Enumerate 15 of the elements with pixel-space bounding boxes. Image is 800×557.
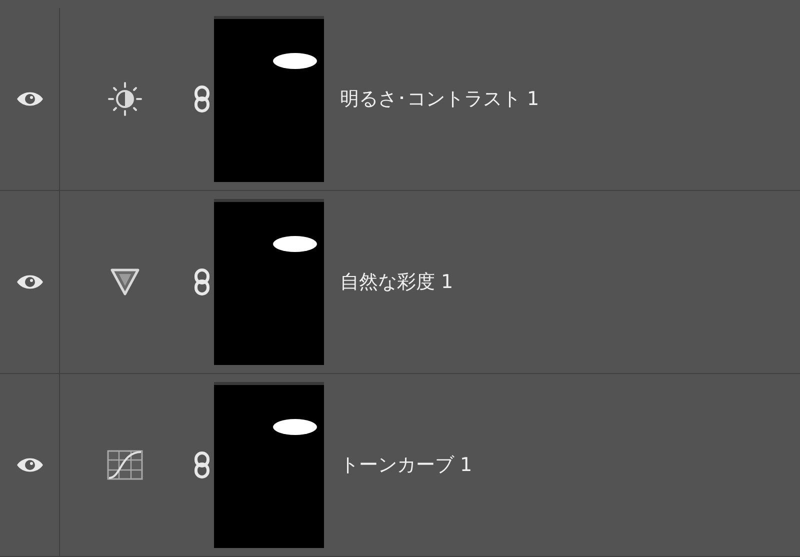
- eye-icon[interactable]: [16, 90, 44, 108]
- triangle-icon: [110, 268, 140, 296]
- link-icon[interactable]: [194, 268, 210, 296]
- link-icon[interactable]: [194, 451, 210, 479]
- mask-thumbnail[interactable]: [214, 16, 324, 182]
- link-icon[interactable]: [194, 85, 210, 113]
- eye-icon[interactable]: [16, 456, 44, 474]
- eye-icon[interactable]: [16, 273, 44, 291]
- brightness-contrast-icon: [107, 81, 143, 117]
- mask-thumbnail[interactable]: [214, 199, 324, 365]
- layer-name[interactable]: トーンカーブ 1: [340, 452, 472, 478]
- layer-name[interactable]: 明るさ･コントラスト 1: [340, 86, 540, 112]
- layer-name[interactable]: 自然な彩度 1: [340, 269, 454, 295]
- curves-grid-icon: [107, 450, 143, 480]
- mask-thumbnail[interactable]: [214, 382, 324, 548]
